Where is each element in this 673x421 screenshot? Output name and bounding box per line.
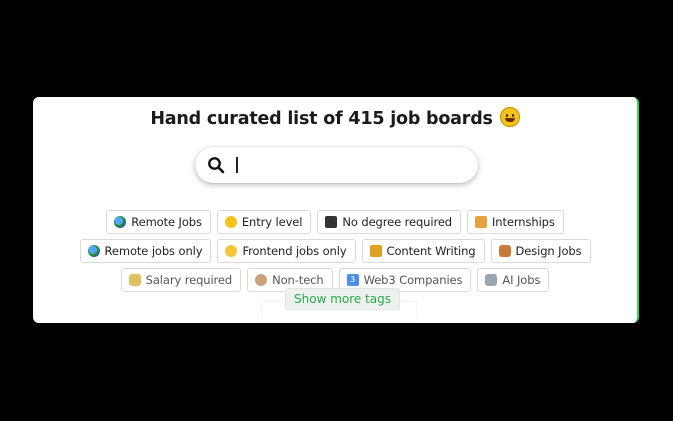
tag-content-writing[interactable]: Content Writing bbox=[361, 239, 485, 263]
robot-icon bbox=[485, 274, 498, 286]
tags-row-2: Remote jobs only Frontend jobs only Cont… bbox=[33, 239, 637, 263]
search-box[interactable] bbox=[195, 147, 478, 183]
grinning-face-icon bbox=[499, 107, 520, 127]
money-bag-icon bbox=[128, 274, 141, 286]
tag-label: Web3 Companies bbox=[363, 273, 463, 287]
graduation-cap-icon bbox=[325, 216, 338, 228]
tag-label: Remote Jobs bbox=[131, 215, 202, 229]
tag-ai-jobs[interactable]: AI Jobs bbox=[477, 268, 550, 292]
page-title-row: Hand curated list of 415 job boards bbox=[33, 107, 637, 129]
tag-salary-required[interactable]: Salary required bbox=[120, 268, 242, 292]
tag-label: No degree required bbox=[342, 215, 453, 229]
search-icon bbox=[208, 157, 225, 174]
tag-label: Remote jobs only bbox=[104, 244, 203, 258]
tag-label: AI Jobs bbox=[502, 273, 541, 287]
tag-design-jobs[interactable]: Design Jobs bbox=[490, 239, 591, 263]
text-caret bbox=[236, 157, 238, 173]
globe-icon bbox=[87, 245, 100, 257]
baby-icon bbox=[224, 216, 237, 228]
tag-no-degree-required[interactable]: No degree required bbox=[317, 210, 462, 234]
tag-label: Content Writing bbox=[386, 244, 476, 258]
globe-icon bbox=[114, 216, 127, 228]
tag-label: Frontend jobs only bbox=[242, 244, 347, 258]
search-input[interactable] bbox=[235, 154, 460, 176]
tag-label: Entry level bbox=[241, 215, 303, 229]
tag-internships[interactable]: Internships bbox=[467, 210, 564, 234]
tag-label: Design Jobs bbox=[515, 244, 582, 258]
tag-remote-jobs[interactable]: Remote Jobs bbox=[106, 210, 211, 234]
main-card: Hand curated list of 415 job boards Remo… bbox=[33, 97, 639, 323]
tag-label: Non-tech bbox=[272, 273, 324, 287]
show-more-tags-button[interactable]: Show more tags bbox=[285, 288, 401, 310]
tag-label: Salary required bbox=[145, 273, 233, 287]
tag-frontend-jobs-only[interactable]: Frontend jobs only bbox=[217, 239, 356, 263]
tag-remote-jobs-only[interactable]: Remote jobs only bbox=[79, 239, 212, 263]
monkey-icon bbox=[255, 274, 268, 286]
tags-row-1: Remote Jobs Entry level No degree requir… bbox=[33, 210, 637, 234]
book-icon bbox=[475, 216, 488, 228]
page-title: Hand curated list of 415 job boards bbox=[150, 109, 493, 129]
tag-entry-level[interactable]: Entry level bbox=[216, 210, 312, 234]
tag-label: Internships bbox=[492, 215, 555, 229]
artist-icon bbox=[498, 245, 511, 257]
lightbulb-icon bbox=[225, 245, 238, 257]
web3-icon: 3 bbox=[346, 274, 359, 286]
writing-hand-icon bbox=[369, 245, 382, 257]
